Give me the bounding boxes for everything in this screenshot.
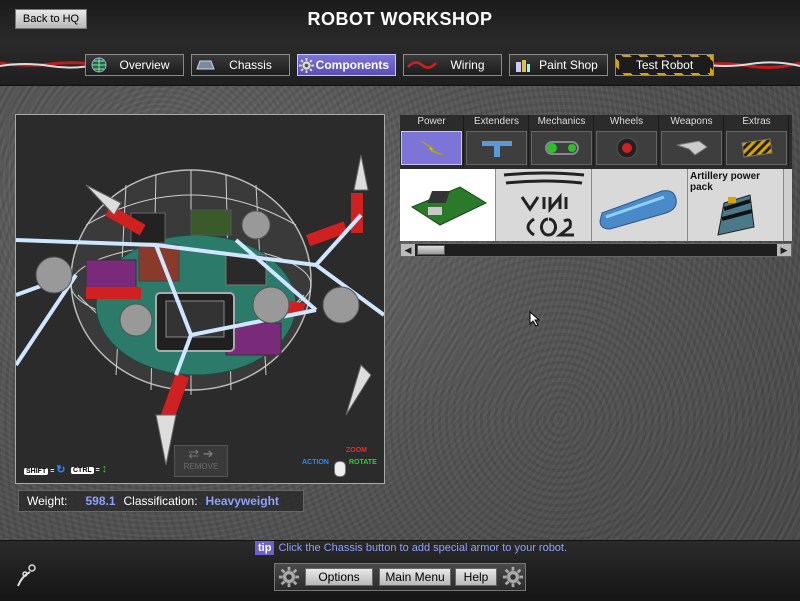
category-extras[interactable]: Extras: [725, 115, 789, 167]
robot-model: [16, 154, 384, 466]
component-categories: Power Extenders Mechanics Wheels Weapons…: [400, 115, 792, 169]
ctrl-hint: CTRL = ↕: [71, 463, 107, 475]
shift-key-label: SHIFT: [24, 468, 49, 475]
header: Back to HQ ROBOT WORKSHOP Overview Chass…: [0, 0, 800, 86]
rotate-label: ROTATE: [349, 459, 377, 466]
globe-icon: [86, 57, 112, 73]
gear-icon: [278, 566, 300, 588]
category-weapons[interactable]: Weapons: [660, 115, 724, 167]
main-menu-button[interactable]: Main Menu: [379, 568, 451, 586]
gear-icon: [502, 566, 524, 588]
tab-test-robot[interactable]: Test Robot: [615, 54, 714, 76]
ctrl-equals: =: [95, 467, 100, 474]
options-button[interactable]: Options: [305, 568, 373, 586]
tab-wiring[interactable]: Wiring: [403, 54, 502, 76]
circuit-board-icon: [410, 186, 488, 226]
rotate-arrow-icon: ↻: [56, 464, 66, 476]
list-item-tank[interactable]: [592, 169, 688, 241]
action-label: ACTION: [302, 459, 329, 466]
remove-label: REMOVE: [183, 462, 219, 471]
co2-logo-icon: [503, 171, 585, 237]
robot-viewport[interactable]: ⇄ ➜ REMOVE SHIFT = ↻ CTRL = ↕ ACTION ZOO…: [15, 114, 385, 484]
classification-label: Classification:: [123, 494, 198, 508]
scroll-right-arrow-icon[interactable]: ▶: [777, 244, 791, 256]
alert-mascot-icon: [17, 564, 36, 587]
cable-decoration-right: [700, 61, 800, 69]
category-power[interactable]: Power: [400, 115, 464, 167]
tip-badge: tip: [255, 541, 275, 555]
component-list: Artillery power pack: [400, 169, 792, 241]
tab-overview[interactable]: Overview: [85, 54, 184, 76]
category-mechanics[interactable]: Mechanics: [530, 115, 594, 167]
wheel-icon: [596, 131, 657, 165]
category-label: Wheels: [609, 116, 644, 127]
mouse-cursor-icon: [529, 311, 541, 327]
scroll-left-arrow-icon[interactable]: ◀: [401, 244, 415, 256]
category-label: Extenders: [473, 116, 520, 127]
tab-components[interactable]: Components: [297, 54, 396, 76]
blade-icon: [661, 131, 722, 165]
category-label: Weapons: [670, 116, 713, 127]
category-extenders[interactable]: Extenders: [465, 115, 529, 167]
category-label: Power: [417, 116, 446, 127]
lightning-icon: [401, 131, 462, 165]
classification-value: Heavyweight: [205, 494, 279, 508]
tab-chassis[interactable]: Chassis: [191, 54, 290, 76]
component-scrollbar[interactable]: ◀ ▶: [400, 243, 792, 257]
chain-gear-icon: [531, 131, 592, 165]
category-wheels[interactable]: Wheels: [595, 115, 659, 167]
weight-label: Weight:: [27, 494, 68, 508]
tab-paint-shop[interactable]: Paint Shop: [509, 54, 608, 76]
remove-button[interactable]: ⇄ ➜ REMOVE: [174, 445, 228, 477]
bottom-menu: Options Main Menu Help: [274, 563, 526, 591]
list-item-co2-canister[interactable]: [496, 169, 592, 241]
paint-cans-icon: [510, 57, 536, 73]
shift-hint: SHIFT = ↻: [24, 463, 65, 476]
item-name: Artillery power pack: [690, 171, 761, 193]
wire-icon: [404, 59, 440, 71]
shift-equals: =: [50, 468, 55, 475]
mouse-icon: [334, 461, 346, 477]
tab-label: Components: [315, 58, 389, 72]
tab-label: Test Robot: [619, 57, 710, 73]
zoom-label: ZOOM: [346, 447, 367, 454]
tab-label: Chassis: [229, 58, 272, 72]
category-label: Mechanics: [537, 116, 586, 127]
chassis-icon: [192, 59, 218, 71]
vertical-arrow-icon: ↕: [101, 463, 108, 475]
tip-text: Click the Chassis button to add special …: [278, 542, 568, 554]
tip-bar: tip Click the Chassis button to add spec…: [255, 541, 567, 555]
weight-value: 598.1: [85, 494, 116, 508]
help-button[interactable]: Help: [455, 568, 497, 586]
page-title: ROBOT WORKSHOP: [307, 9, 493, 29]
blue-tank-icon: [599, 190, 677, 230]
scroll-thumb[interactable]: [417, 245, 445, 255]
tab-label: Wiring: [450, 58, 485, 72]
ctrl-key-label: CTRL: [71, 467, 94, 474]
stats-bar: Weight: 598.1 Classification: Heavyweigh…: [18, 490, 304, 512]
tab-label: Overview: [119, 58, 170, 72]
gear-icon: [298, 57, 316, 73]
extender-icon: [466, 131, 527, 165]
list-item-circuit-board[interactable]: [400, 169, 496, 241]
list-item-artillery-power-pack[interactable]: Artillery power pack: [688, 169, 784, 241]
hazard-plate-icon: [726, 131, 787, 165]
category-label: Extras: [742, 116, 771, 127]
tab-label: Paint Shop: [539, 58, 598, 72]
